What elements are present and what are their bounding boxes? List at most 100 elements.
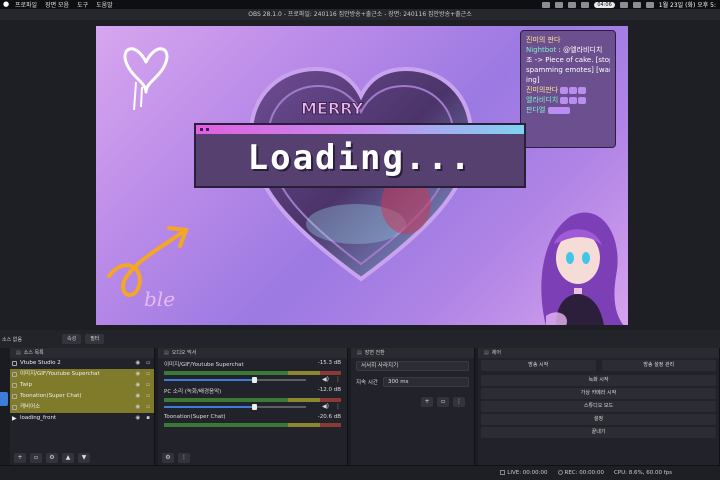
start-streaming-button[interactable]: 방송 시작 (481, 360, 596, 371)
live-status: LIVE: 00:00:00 (500, 470, 548, 476)
status-bar: LIVE: 00:00:00 REC: 00:00:00 CPU: 8.6%, … (0, 465, 720, 480)
source-item[interactable]: 이미지/GIF/Youtube Superchat ◉ ▫ (10, 369, 154, 380)
menu-tools[interactable]: 도구 (77, 0, 88, 9)
transition-select[interactable]: 서서히 사라지기 (356, 361, 469, 371)
settings-button[interactable]: 설정 (481, 414, 716, 425)
lock-icon[interactable]: ▫ (146, 369, 150, 380)
source-label: 캐비어소 (20, 404, 41, 410)
transitions-dock-title: ▤ 장면 전환 (351, 348, 474, 358)
lock-icon[interactable]: ▫ (146, 402, 150, 413)
more-icon[interactable]: ⋮ (335, 376, 341, 383)
speaker-icon[interactable]: ◀) (322, 403, 329, 410)
cpu-status: CPU: 8.6%, 60.00 fps (613, 470, 672, 476)
source-type-icon (12, 383, 17, 388)
menubar-clock[interactable]: 1월 23일 (화) 오후 5: (659, 0, 716, 9)
eye-icon[interactable]: ◉ (135, 380, 140, 391)
add-source-button[interactable]: + (14, 453, 26, 463)
status-icon[interactable] (581, 1, 590, 8)
advanced-audio-button[interactable]: ⚙ (162, 453, 174, 463)
volume-slider-knob[interactable] (251, 377, 257, 383)
source-item[interactable]: Twip ◉ ▫ (10, 380, 154, 391)
eye-icon[interactable]: ◉ (135, 391, 140, 402)
dock-title-text: 제어 (491, 350, 501, 356)
chat-message: 진미의 판다 (526, 35, 610, 45)
battery-icon[interactable] (632, 1, 641, 8)
lock-icon[interactable]: ▪ (146, 413, 150, 424)
dock-area: ▤ 소스 목록 Vtube Studio 2 ◉ ▫ 이미지/GIF/Youtube… (0, 348, 720, 465)
menu-profile[interactable]: 프로파일 (15, 0, 37, 9)
dock-grip-icon[interactable]: ▤ (16, 350, 21, 356)
preview-area: MERRY MERRY ble 진미의 판다 Nightbot : @엘라비디치… (0, 20, 720, 330)
duration-label: 지속 시간 (356, 380, 378, 386)
chat-overlay: 진미의 판다 Nightbot : @엘라비디치 조 -> Piece of c… (520, 30, 616, 148)
move-up-button[interactable]: ▲ (62, 453, 74, 463)
chat-message: 진미의판다 (526, 85, 610, 95)
eye-icon[interactable]: ◉ (135, 369, 140, 380)
add-transition-button[interactable]: + (421, 397, 433, 407)
studio-mode-button[interactable]: 스튜디오 모드 (481, 401, 716, 412)
properties-button[interactable]: 속성 (62, 334, 82, 344)
lock-icon[interactable]: ▫ (146, 391, 150, 402)
sources-toolbar: + ▫ ⚙ ▲ ▼ (14, 453, 90, 463)
lock-icon[interactable]: ▫ (146, 358, 150, 369)
source-label: loading_front (20, 415, 57, 421)
status-icon[interactable] (568, 1, 577, 8)
filters-button[interactable]: 필터 (85, 334, 105, 344)
loading-window-titlebar (196, 125, 524, 134)
volume-slider-knob[interactable] (251, 404, 257, 410)
transition-menu-button[interactable]: ⋮ (453, 397, 465, 407)
mixer-menu-button[interactable]: ⋮ (178, 453, 190, 463)
volume-slider[interactable] (164, 404, 306, 410)
menu-help[interactable]: 도움말 (96, 0, 113, 9)
channel-db: -15.3 dB (317, 360, 341, 366)
mixer-channel: Toonation(Super Chat) -20.6 dB (158, 412, 347, 439)
volume-slider[interactable] (164, 377, 306, 383)
eye-icon[interactable]: ◉ (135, 358, 140, 369)
exit-button[interactable]: 끝내기 (481, 427, 716, 438)
start-recording-button[interactable]: 녹화 시작 (481, 375, 716, 386)
emote-icon (569, 96, 578, 104)
lock-icon[interactable]: ▫ (146, 380, 150, 391)
source-item[interactable]: Toonation(Super Chat) ◉ ▫ (10, 391, 154, 402)
source-type-icon (12, 405, 17, 410)
speaker-icon[interactable]: ◀) (322, 376, 329, 383)
chat-text: @엘라비디치 (563, 46, 603, 54)
source-type-icon (12, 394, 17, 399)
rec-status: REC: 00:00:00 (557, 470, 604, 476)
chat-username: 엘라비디치 (526, 96, 559, 104)
chat-username: 진미의 판다 (526, 36, 561, 44)
source-item[interactable]: 캐비어소 ◉ ▫ (10, 402, 154, 413)
wifi-icon[interactable] (619, 1, 628, 8)
status-icon[interactable] (555, 1, 564, 8)
manage-stream-settings-button[interactable]: 방송 설정 관리 (601, 360, 716, 371)
mixer-channel: PC 소리 (녹화/배경음악) -12.0 dB ◀) ⋮ (158, 385, 347, 412)
start-virtual-camera-button[interactable]: 가상 카메라 시작 (481, 388, 716, 399)
status-icon[interactable] (542, 1, 551, 8)
recording-badge[interactable]: 04:06 (594, 1, 615, 8)
dock-grip-icon[interactable]: ▤ (357, 350, 362, 356)
duration-input[interactable]: 300 ms (383, 377, 469, 387)
search-icon[interactable] (645, 1, 654, 8)
stream-preview-canvas[interactable]: MERRY MERRY ble 진미의 판다 Nightbot : @엘라비디치… (96, 26, 628, 325)
move-down-button[interactable]: ▼ (78, 453, 90, 463)
audio-mixer-dock: ▤ 오디오 믹서 이미지/GIF/Youtube Superchat -15.3 … (158, 348, 348, 465)
source-settings-button[interactable]: ⚙ (46, 453, 58, 463)
dock-grip-icon[interactable]: ▤ (164, 350, 169, 356)
chat-username: 판다엘 (526, 106, 546, 114)
remove-transition-button[interactable]: ▫ (437, 397, 449, 407)
remove-source-button[interactable]: ▫ (30, 453, 42, 463)
dock-grip-icon[interactable]: ▤ (484, 350, 489, 356)
source-toolbar: 소스 없음 속성 필터 (0, 330, 720, 348)
stream-controls: 방송 시작 방송 설정 관리 (478, 358, 719, 373)
apple-icon[interactable]: ● (3, 1, 11, 8)
eye-icon[interactable]: ◉ (135, 402, 140, 413)
window-dot-icon (200, 128, 203, 131)
svg-text:ble: ble (144, 287, 175, 311)
source-item[interactable]: ▶ loading_front ◉ ▪ (10, 413, 154, 424)
channel-name: 이미지/GIF/Youtube Superchat (164, 362, 244, 368)
source-item[interactable]: Vtube Studio 2 ◉ ▫ (10, 358, 154, 369)
menu-scene-collection[interactable]: 장면 모음 (45, 0, 69, 9)
more-icon[interactable]: ⋮ (335, 403, 341, 410)
eye-icon[interactable]: ◉ (135, 413, 140, 424)
chat-message: 판다엘 (526, 105, 610, 115)
